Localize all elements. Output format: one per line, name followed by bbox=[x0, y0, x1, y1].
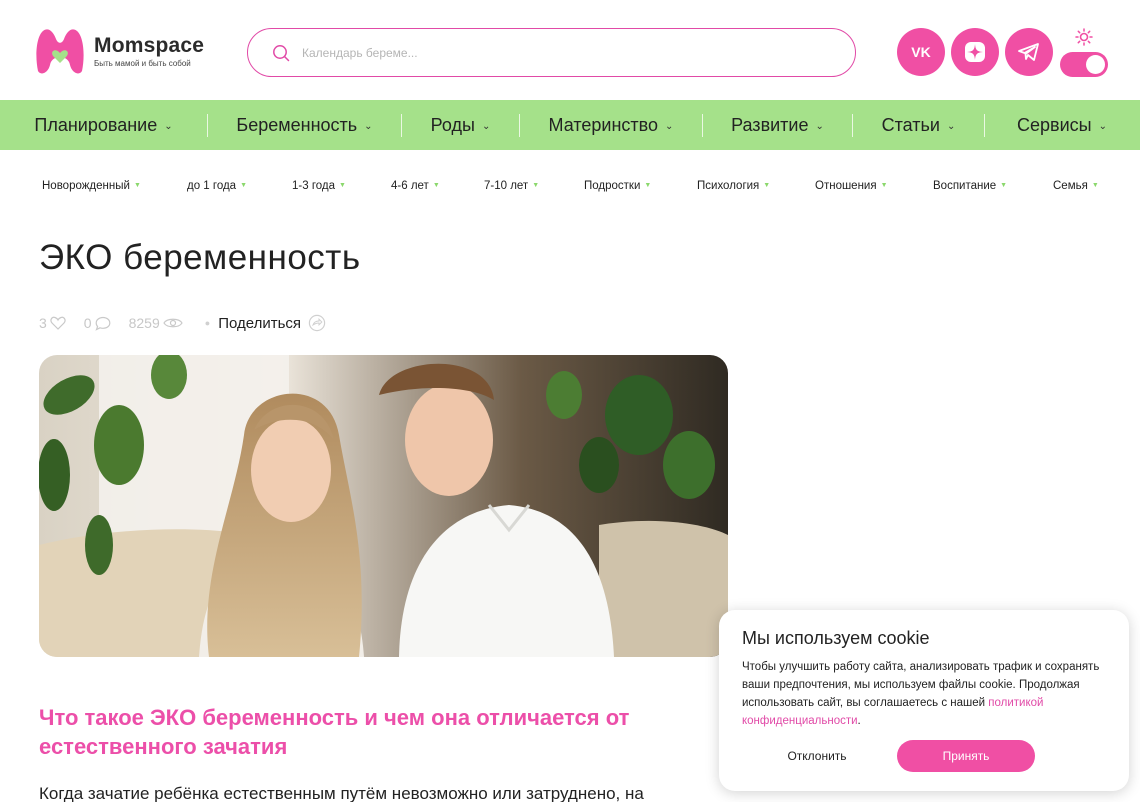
nav-pregnancy[interactable]: Беременность ⌄ bbox=[208, 100, 401, 150]
article-meta: 3 0 8259 ● Поделиться bbox=[39, 313, 326, 333]
subnav-psychology[interactable]: Психология ▼ bbox=[697, 180, 770, 192]
nav-label: Беременность bbox=[236, 114, 358, 135]
subnav-newborn[interactable]: Новорожденный ▼ bbox=[42, 180, 141, 192]
triangle-down-icon: ▼ bbox=[432, 182, 440, 190]
share-icon bbox=[308, 314, 326, 332]
subnav-under-1[interactable]: до 1 года ▼ bbox=[187, 180, 247, 192]
telegram-button[interactable] bbox=[1005, 28, 1053, 76]
comments-counter[interactable]: 0 bbox=[84, 315, 111, 331]
subnav-label: Семья bbox=[1053, 180, 1088, 192]
chevron-down-icon: ⌄ bbox=[665, 120, 674, 132]
dzen-icon bbox=[965, 42, 985, 62]
nav-development[interactable]: Развитие ⌄ bbox=[703, 100, 852, 150]
sun-icon bbox=[1075, 28, 1093, 46]
subnav-label: Новорожденный bbox=[42, 180, 130, 192]
subnav-relationships[interactable]: Отношения ▼ bbox=[815, 180, 888, 192]
subnav-family[interactable]: Семья ▼ bbox=[1053, 180, 1099, 192]
cookie-actions: Отклонить Принять bbox=[742, 740, 1112, 772]
site-header: Momspace Быть мамой и быть собой VK bbox=[0, 0, 1140, 100]
share-button[interactable]: ● Поделиться bbox=[205, 314, 326, 332]
logo-title: Momspace bbox=[94, 33, 205, 57]
main-nav: Планирование ⌄ Беременность ⌄ Роды ⌄ Матери… bbox=[0, 100, 1140, 150]
logo-tagline: Быть мамой и быть собой bbox=[94, 58, 191, 68]
triangle-down-icon: ▼ bbox=[644, 182, 652, 190]
momspace-logo-icon bbox=[36, 29, 84, 74]
cookie-text-end: . bbox=[857, 715, 861, 727]
vk-button[interactable]: VK bbox=[897, 28, 945, 76]
cookie-banner: Мы используем cookie Чтобы улучшить рабо… bbox=[719, 610, 1129, 791]
subnav-teens[interactable]: Подростки ▼ bbox=[584, 180, 651, 192]
nav-label: Сервисы bbox=[1017, 114, 1092, 135]
article-paragraph: Когда зачатие ребёнка естественным путём… bbox=[39, 784, 644, 802]
vk-icon: VK bbox=[911, 45, 930, 59]
theme-toggle[interactable] bbox=[1060, 52, 1108, 77]
subnav-upbringing[interactable]: Воспитание ▼ bbox=[933, 180, 1007, 192]
triangle-down-icon: ▼ bbox=[133, 182, 141, 190]
likes-counter[interactable]: 3 bbox=[39, 315, 66, 331]
accept-button[interactable]: Принять bbox=[897, 740, 1035, 772]
telegram-icon bbox=[1018, 43, 1039, 61]
chevron-down-icon: ⌄ bbox=[1098, 120, 1107, 132]
nav-birth[interactable]: Роды ⌄ bbox=[402, 100, 519, 150]
section-heading: Что такое ЭКО беременность и чем она отл… bbox=[39, 705, 630, 759]
search-bar[interactable] bbox=[247, 28, 856, 77]
logo[interactable]: Momspace Быть мамой и быть собой bbox=[34, 27, 204, 75]
couple-photo bbox=[39, 355, 728, 657]
svg-text:VK: VK bbox=[911, 45, 930, 59]
nav-label: Материнство bbox=[548, 114, 659, 135]
triangle-down-icon: ▼ bbox=[1091, 182, 1099, 190]
nav-services[interactable]: Сервисы ⌄ bbox=[985, 100, 1139, 150]
page-title: ЭКО беременность bbox=[39, 238, 361, 277]
subnav-label: Подростки bbox=[584, 180, 641, 192]
subnav-label: Психология bbox=[697, 180, 760, 192]
nav-label: Статьи bbox=[881, 114, 940, 135]
subnav-4-6[interactable]: 4-6 лет ▼ bbox=[391, 180, 440, 192]
triangle-down-icon: ▼ bbox=[532, 182, 540, 190]
triangle-down-icon: ▼ bbox=[763, 182, 771, 190]
subnav-7-10[interactable]: 7-10 лет ▼ bbox=[484, 180, 539, 192]
subnav-label: 1-3 года bbox=[292, 180, 336, 192]
heart-icon bbox=[50, 316, 66, 330]
search-input[interactable] bbox=[302, 45, 802, 60]
search-icon[interactable] bbox=[272, 44, 290, 62]
bullet-icon: ● bbox=[204, 318, 211, 328]
views-count: 8259 bbox=[128, 315, 160, 331]
nav-motherhood[interactable]: Материнство ⌄ bbox=[520, 100, 702, 150]
article-hero-image bbox=[39, 355, 728, 657]
comment-icon bbox=[95, 316, 110, 331]
chevron-down-icon: ⌄ bbox=[946, 120, 956, 132]
eye-icon bbox=[163, 318, 183, 328]
comments-count: 0 bbox=[83, 315, 92, 331]
triangle-down-icon: ▼ bbox=[1000, 182, 1008, 190]
cookie-text-body: Чтобы улучшить работу сайта, анализирова… bbox=[742, 661, 1100, 709]
dzen-button[interactable] bbox=[951, 28, 999, 76]
chevron-down-icon: ⌄ bbox=[481, 120, 491, 132]
subnav-label: 7-10 лет bbox=[484, 180, 529, 192]
subnav-label: Отношения bbox=[815, 180, 877, 192]
subnav-label: до 1 года bbox=[187, 180, 237, 192]
chevron-down-icon: ⌄ bbox=[815, 120, 824, 132]
toggle-knob bbox=[1086, 55, 1105, 74]
nav-label: Развитие bbox=[731, 114, 809, 135]
nav-planning[interactable]: Планирование ⌄ bbox=[0, 100, 207, 150]
triangle-down-icon: ▼ bbox=[339, 182, 346, 190]
views-counter: 8259 bbox=[129, 315, 183, 331]
nav-label: Планирование bbox=[34, 114, 158, 135]
triangle-down-icon: ▼ bbox=[240, 182, 248, 190]
subnav-label: 4-6 лет bbox=[391, 180, 429, 192]
triangle-down-icon: ▼ bbox=[880, 182, 888, 190]
share-label: Поделиться bbox=[218, 314, 302, 332]
cookie-text: Чтобы улучшить работу сайта, анализирова… bbox=[742, 658, 1107, 730]
subnav-label: Воспитание bbox=[933, 180, 997, 192]
decline-button[interactable]: Отклонить bbox=[754, 740, 880, 772]
nav-articles[interactable]: Статьи ⌄ bbox=[853, 100, 984, 150]
subnav-1-3[interactable]: 1-3 года ▼ bbox=[292, 180, 346, 192]
chevron-down-icon: ⌄ bbox=[164, 120, 173, 132]
theme-switch[interactable] bbox=[1060, 28, 1108, 78]
sub-nav: Новорожденный ▼ до 1 года ▼ 1-3 года ▼ 4-6 … bbox=[0, 180, 1140, 200]
chevron-down-icon: ⌄ bbox=[364, 120, 373, 132]
likes-count: 3 bbox=[39, 315, 47, 331]
nav-label: Роды bbox=[430, 114, 475, 135]
cookie-title: Мы используем cookie bbox=[742, 628, 930, 648]
